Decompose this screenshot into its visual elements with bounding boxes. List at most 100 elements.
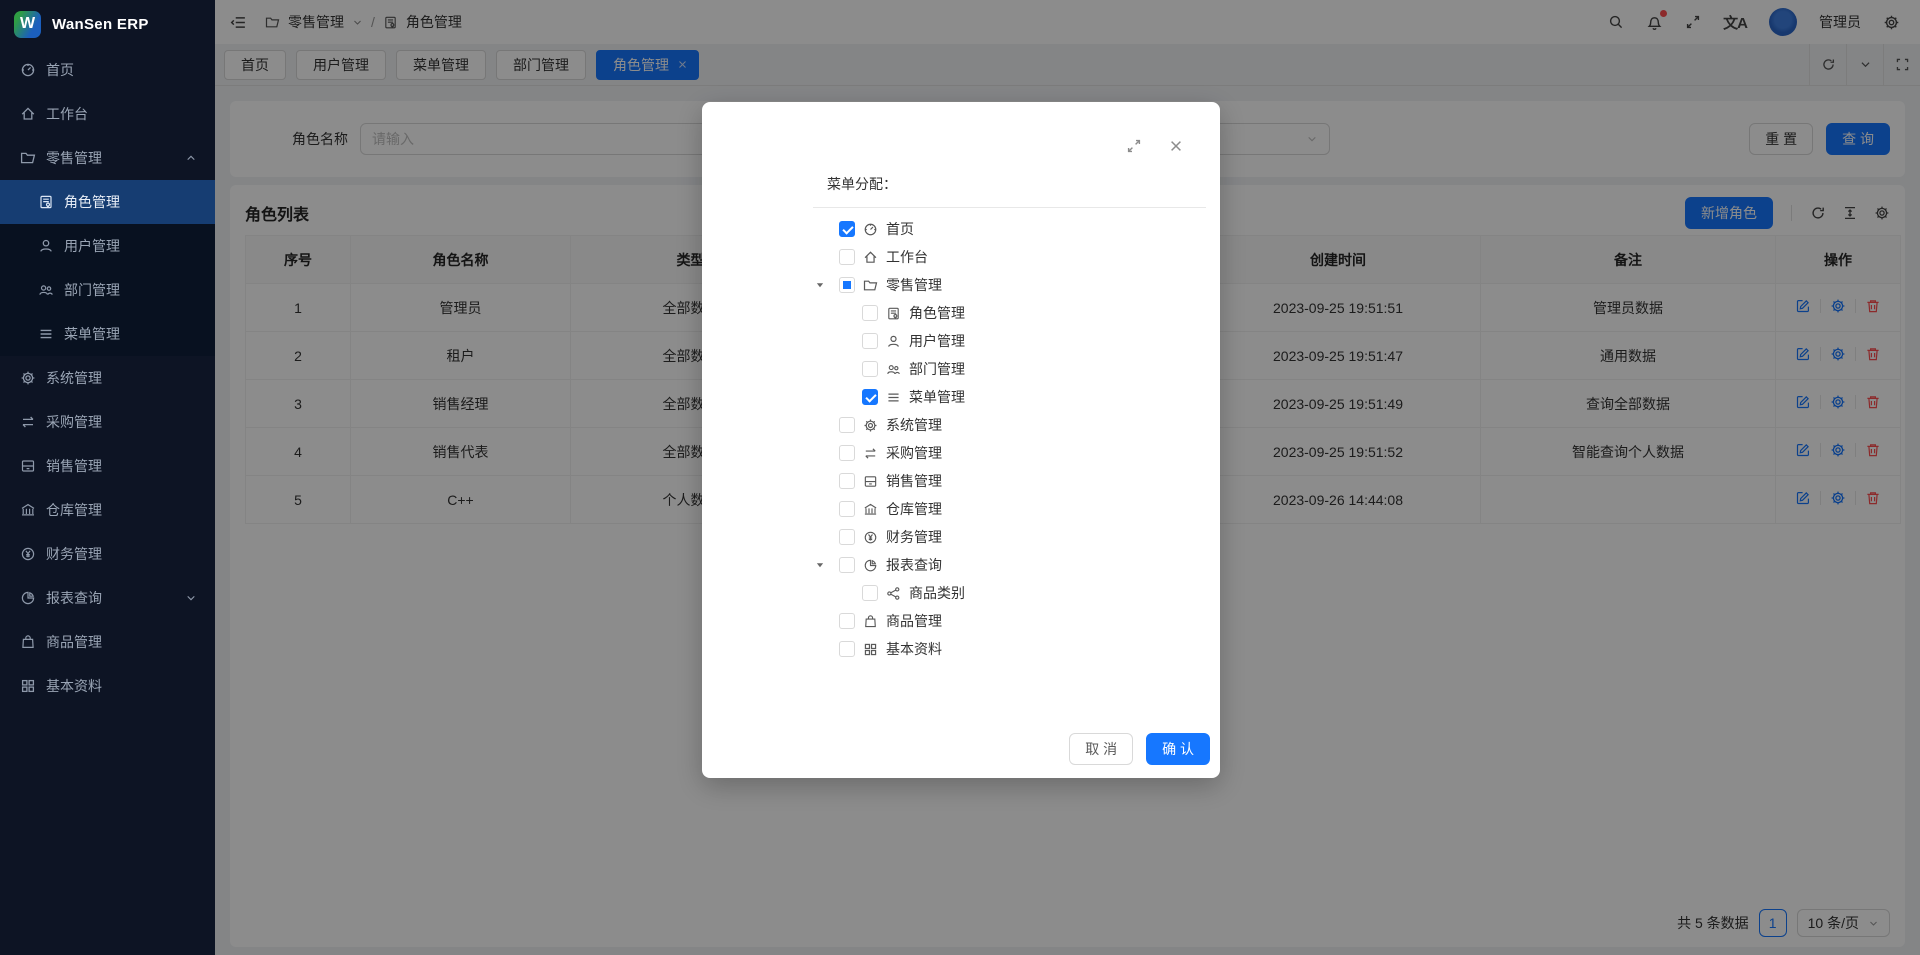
checkbox-unchecked[interactable] — [862, 333, 878, 349]
sidebar-item-menu-mgmt[interactable]: 菜单管理 — [0, 312, 215, 356]
sidebar-submenu-retail: 角色管理 用户管理 部门管理 菜单管理 — [0, 180, 215, 356]
tree-item-label: 系统管理 — [886, 415, 942, 435]
sidebar-item-label: 工作台 — [46, 104, 197, 124]
sidebar-item-label: 报表查询 — [46, 588, 175, 608]
sidebar-item-label: 零售管理 — [46, 148, 175, 168]
sidebar-item-sales[interactable]: 销售管理 — [0, 444, 215, 488]
checkbox-unchecked[interactable] — [839, 557, 855, 573]
chevron-down-icon — [185, 592, 197, 604]
sidebar-item-workbench[interactable]: 工作台 — [0, 92, 215, 136]
caret-down-icon[interactable] — [814, 279, 830, 291]
dashboard-icon — [863, 222, 878, 237]
sidebar-item-label: 采购管理 — [46, 412, 197, 432]
gear-icon — [20, 370, 36, 386]
tree-item-workbench[interactable]: 工作台 — [702, 243, 1220, 271]
user-icon — [38, 238, 54, 254]
checkbox-unchecked[interactable] — [862, 585, 878, 601]
tree-item-label: 用户管理 — [909, 331, 965, 351]
tree-item-warehouse[interactable]: 仓库管理 — [702, 495, 1220, 523]
tree-item-basic-data[interactable]: 基本资料 — [702, 635, 1220, 663]
sidebar-item-retail[interactable]: 零售管理 — [0, 136, 215, 180]
dashboard-icon — [20, 62, 36, 78]
sidebar-item-goods[interactable]: 商品管理 — [0, 620, 215, 664]
checkbox-checked[interactable] — [839, 221, 855, 237]
sidebar: W WanSen ERP 首页 工作台 零售管理 角色管理 用户管理 部门管理 … — [0, 0, 215, 955]
tree-item-label: 财务管理 — [886, 527, 942, 547]
modal-close-icon[interactable] — [1168, 138, 1184, 154]
checkbox-unchecked[interactable] — [862, 305, 878, 321]
chevron-up-icon — [185, 152, 197, 164]
home-icon — [863, 250, 878, 265]
checkbox-unchecked[interactable] — [839, 613, 855, 629]
sidebar-item-role-mgmt[interactable]: 角色管理 — [0, 180, 215, 224]
tree-item-sales[interactable]: 销售管理 — [702, 467, 1220, 495]
sidebar-item-label: 仓库管理 — [46, 500, 197, 520]
tree-item-role-mgmt[interactable]: 角色管理 — [702, 299, 1220, 327]
bank-icon — [863, 502, 878, 517]
cancel-button[interactable]: 取 消 — [1069, 733, 1133, 765]
checkbox-unchecked[interactable] — [839, 473, 855, 489]
grid-icon — [863, 642, 878, 657]
caret-down-icon[interactable] — [814, 559, 830, 571]
grid-icon — [20, 678, 36, 694]
tree-item-label: 角色管理 — [909, 303, 965, 323]
sidebar-item-dashboard[interactable]: 首页 — [0, 48, 215, 92]
sidebar-item-warehouse[interactable]: 仓库管理 — [0, 488, 215, 532]
sidebar-item-basic-data[interactable]: 基本资料 — [0, 664, 215, 708]
modal-title: 菜单分配： — [827, 174, 897, 194]
tree-item-label: 报表查询 — [886, 555, 942, 575]
tree-item-label: 销售管理 — [886, 471, 942, 491]
tree-item-system[interactable]: 系统管理 — [702, 411, 1220, 439]
checkbox-unchecked[interactable] — [839, 249, 855, 265]
tree-item-label: 仓库管理 — [886, 499, 942, 519]
bag-icon — [863, 614, 878, 629]
folder-icon — [20, 150, 36, 166]
checkbox-unchecked[interactable] — [839, 501, 855, 517]
tree-item-goods-mgmt[interactable]: 商品管理 — [702, 607, 1220, 635]
menu-icon — [38, 326, 54, 342]
sidebar-item-reports[interactable]: 报表查询 — [0, 576, 215, 620]
tree-item-user-mgmt[interactable]: 用户管理 — [702, 327, 1220, 355]
tree-item-label: 菜单管理 — [909, 387, 965, 407]
checkbox-checked[interactable] — [862, 389, 878, 405]
confirm-button[interactable]: 确 认 — [1146, 733, 1210, 765]
pie-chart-icon — [20, 590, 36, 606]
folder-icon — [863, 278, 878, 293]
tree-item-goods-category[interactable]: 商品类别 — [702, 579, 1220, 607]
tree-item-purchase[interactable]: 采购管理 — [702, 439, 1220, 467]
bag-icon — [20, 634, 36, 650]
checkbox-unchecked[interactable] — [839, 417, 855, 433]
tree-item-label: 工作台 — [886, 247, 928, 267]
tree-item-finance[interactable]: 财务管理 — [702, 523, 1220, 551]
shop-icon — [20, 458, 36, 474]
tree-item-label: 首页 — [886, 219, 914, 239]
sidebar-item-dept-mgmt[interactable]: 部门管理 — [0, 268, 215, 312]
tree-item-retail[interactable]: 零售管理 — [702, 271, 1220, 299]
sidebar-item-purchase[interactable]: 采购管理 — [0, 400, 215, 444]
sidebar-item-label: 部门管理 — [64, 280, 197, 300]
tree-item-reports[interactable]: 报表查询 — [702, 551, 1220, 579]
tree-item-home[interactable]: 首页 — [702, 215, 1220, 243]
tree-item-dept-mgmt[interactable]: 部门管理 — [702, 355, 1220, 383]
checkbox-unchecked[interactable] — [839, 445, 855, 461]
team-icon — [38, 282, 54, 298]
checkbox-indeterminate[interactable] — [839, 277, 855, 293]
share-icon — [886, 586, 901, 601]
sidebar-item-user-mgmt[interactable]: 用户管理 — [0, 224, 215, 268]
sidebar-item-finance[interactable]: 财务管理 — [0, 532, 215, 576]
swap-icon — [863, 446, 878, 461]
sidebar-item-label: 菜单管理 — [64, 324, 197, 344]
checkbox-unchecked[interactable] — [862, 361, 878, 377]
logo-icon: W — [14, 11, 41, 38]
tree-item-menu-mgmt[interactable]: 菜单管理 — [702, 383, 1220, 411]
sidebar-item-label: 系统管理 — [46, 368, 197, 388]
checkbox-unchecked[interactable] — [839, 641, 855, 657]
sidebar-item-system[interactable]: 系统管理 — [0, 356, 215, 400]
modal-maximize-icon[interactable] — [1126, 138, 1142, 154]
role-icon — [38, 194, 54, 210]
sidebar-item-label: 财务管理 — [46, 544, 197, 564]
tree-item-label: 零售管理 — [886, 275, 942, 295]
checkbox-unchecked[interactable] — [839, 529, 855, 545]
team-icon — [886, 362, 901, 377]
sidebar-item-label: 角色管理 — [64, 192, 197, 212]
